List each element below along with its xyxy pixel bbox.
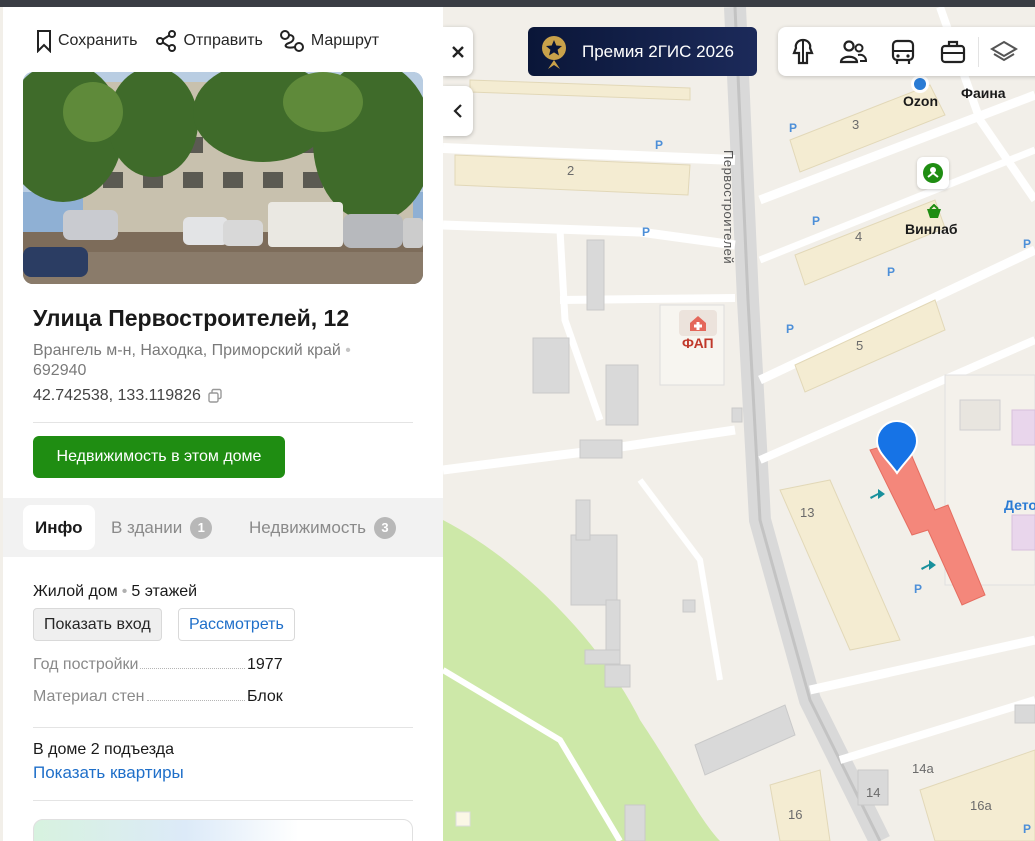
award-label: Премия 2ГИС 2026 bbox=[582, 41, 734, 61]
wall-material-row: Материал стен Блок bbox=[33, 687, 293, 709]
building-number: 4 bbox=[855, 229, 863, 244]
close-panel-button[interactable] bbox=[443, 27, 473, 76]
building-type-text: Жилой дом bbox=[33, 583, 118, 600]
building-type: Жилой дом • 5 этажей bbox=[33, 583, 198, 600]
save-label: Сохранить bbox=[58, 32, 138, 49]
briefcase-icon bbox=[940, 40, 966, 63]
street-label: Первостроителей bbox=[721, 150, 736, 265]
action-bar: Сохранить Отправить Маршрут bbox=[36, 29, 395, 53]
coordinates: 42.742538, 133.119826 bbox=[33, 387, 223, 405]
entrances-count: В доме 2 подъезда bbox=[33, 741, 174, 758]
promo-card[interactable] bbox=[33, 819, 413, 841]
map-toolbar bbox=[778, 27, 1035, 76]
poi-faina[interactable]: Фаина bbox=[961, 85, 1006, 101]
people-button[interactable] bbox=[828, 27, 878, 76]
copy-icon[interactable] bbox=[207, 388, 223, 404]
year-built-value: 1977 bbox=[247, 656, 283, 673]
attractions-icon bbox=[792, 38, 814, 64]
place-address: Врангель м-н, Находка, Приморский край •… bbox=[33, 342, 351, 379]
tab-realty-count: 3 bbox=[373, 516, 396, 539]
child-icon[interactable] bbox=[917, 157, 949, 189]
inspect-button[interactable]: Рассмотреть bbox=[178, 608, 295, 641]
building-number: 13 bbox=[800, 505, 815, 520]
share-icon bbox=[155, 30, 176, 52]
ozon-icon[interactable] bbox=[911, 75, 929, 93]
show-entrance-button[interactable]: Показать вход bbox=[33, 608, 162, 641]
postcode: 692940 bbox=[33, 362, 87, 379]
building-number: 16а bbox=[970, 798, 992, 813]
tabs: Инфо В здании 1 Недвижимость 3 bbox=[3, 498, 443, 557]
bus-icon bbox=[891, 39, 915, 64]
attractions-button[interactable] bbox=[778, 27, 828, 76]
year-built-row: Год постройки 1977 bbox=[33, 655, 293, 677]
poi-ozon[interactable]: Ozon bbox=[903, 93, 938, 109]
parking-icon: P bbox=[1023, 237, 1032, 251]
tab-info[interactable]: Инфо bbox=[23, 505, 95, 550]
coordinates-text: 42.742538, 133.119826 bbox=[33, 387, 201, 404]
parking-icon: P bbox=[789, 121, 798, 135]
chevron-left-icon bbox=[453, 104, 462, 118]
building-number: 5 bbox=[856, 338, 864, 353]
building-photo[interactable] bbox=[23, 72, 423, 284]
layers-icon bbox=[990, 40, 1018, 61]
parking-icon: P bbox=[642, 225, 651, 239]
close-icon bbox=[452, 45, 464, 58]
divider bbox=[33, 422, 413, 423]
people-icon bbox=[839, 39, 868, 63]
building-floors: 5 этажей bbox=[131, 583, 198, 600]
building-number: 14а bbox=[912, 761, 934, 776]
dotted-leader bbox=[146, 687, 245, 701]
building-number: 14 bbox=[866, 785, 881, 800]
divider bbox=[33, 727, 413, 728]
divider bbox=[33, 800, 413, 801]
place-title: Улица Первостроителей, 12 bbox=[33, 305, 350, 331]
save-button[interactable]: Сохранить bbox=[36, 29, 138, 53]
address-text: Врангель м-н, Находка, Приморский край bbox=[33, 342, 341, 359]
wall-material-key: Материал стен bbox=[33, 688, 145, 705]
tab-in-building-count: 1 bbox=[190, 516, 213, 539]
poi-vinlab[interactable]: Винлаб bbox=[905, 221, 958, 237]
collapse-panel-button[interactable] bbox=[443, 86, 473, 136]
tab-realty[interactable]: Недвижимость 3 bbox=[249, 505, 396, 550]
business-button[interactable] bbox=[928, 27, 978, 76]
medal-icon bbox=[542, 35, 566, 69]
show-apartments-link[interactable]: Показать квартиры bbox=[33, 763, 184, 783]
window-top-bar bbox=[0, 0, 1035, 7]
poi-kindergarten[interactable]: Дето bbox=[1004, 497, 1035, 513]
tab-info-label: Инфо bbox=[35, 517, 83, 537]
transport-button[interactable] bbox=[878, 27, 928, 76]
building-photo-image bbox=[23, 72, 423, 284]
share-button[interactable]: Отправить bbox=[154, 29, 263, 53]
parking-icon: P bbox=[1023, 822, 1032, 836]
parking-icon: P bbox=[786, 322, 795, 336]
parking-icon: P bbox=[812, 214, 821, 228]
building-number: 3 bbox=[852, 117, 860, 132]
share-label: Отправить bbox=[183, 32, 263, 49]
bookmark-icon bbox=[37, 30, 51, 53]
location-pin-icon[interactable] bbox=[874, 419, 920, 482]
tab-realty-label: Недвижимость bbox=[249, 517, 366, 537]
dotted-leader bbox=[140, 655, 245, 669]
layers-button[interactable] bbox=[979, 27, 1029, 76]
medical-icon[interactable] bbox=[679, 310, 717, 336]
tab-in-building[interactable]: В здании 1 bbox=[111, 505, 213, 550]
parking-icon: P bbox=[914, 582, 923, 596]
parking-icon: P bbox=[887, 265, 896, 279]
tab-in-building-label: В здании bbox=[111, 517, 183, 537]
route-label: Маршрут bbox=[310, 32, 380, 49]
route-icon bbox=[279, 30, 304, 52]
entrance-arrow-icon bbox=[919, 558, 937, 577]
year-built-key: Год постройки bbox=[33, 656, 139, 673]
place-panel: Сохранить Отправить Маршрут Улица Первос… bbox=[3, 7, 443, 841]
award-banner[interactable]: Премия 2ГИС 2026 bbox=[528, 27, 757, 76]
wall-material-value: Блок bbox=[247, 688, 283, 705]
building-number: 16 bbox=[788, 807, 803, 822]
realty-in-building-button[interactable]: Недвижимость в этом доме bbox=[33, 436, 285, 478]
poi-fap[interactable]: ФАП bbox=[682, 335, 714, 351]
parking-icon: P bbox=[655, 138, 664, 152]
building-number: 2 bbox=[567, 163, 575, 178]
route-button[interactable]: Маршрут bbox=[279, 29, 379, 53]
entrance-arrow-icon bbox=[868, 487, 886, 506]
